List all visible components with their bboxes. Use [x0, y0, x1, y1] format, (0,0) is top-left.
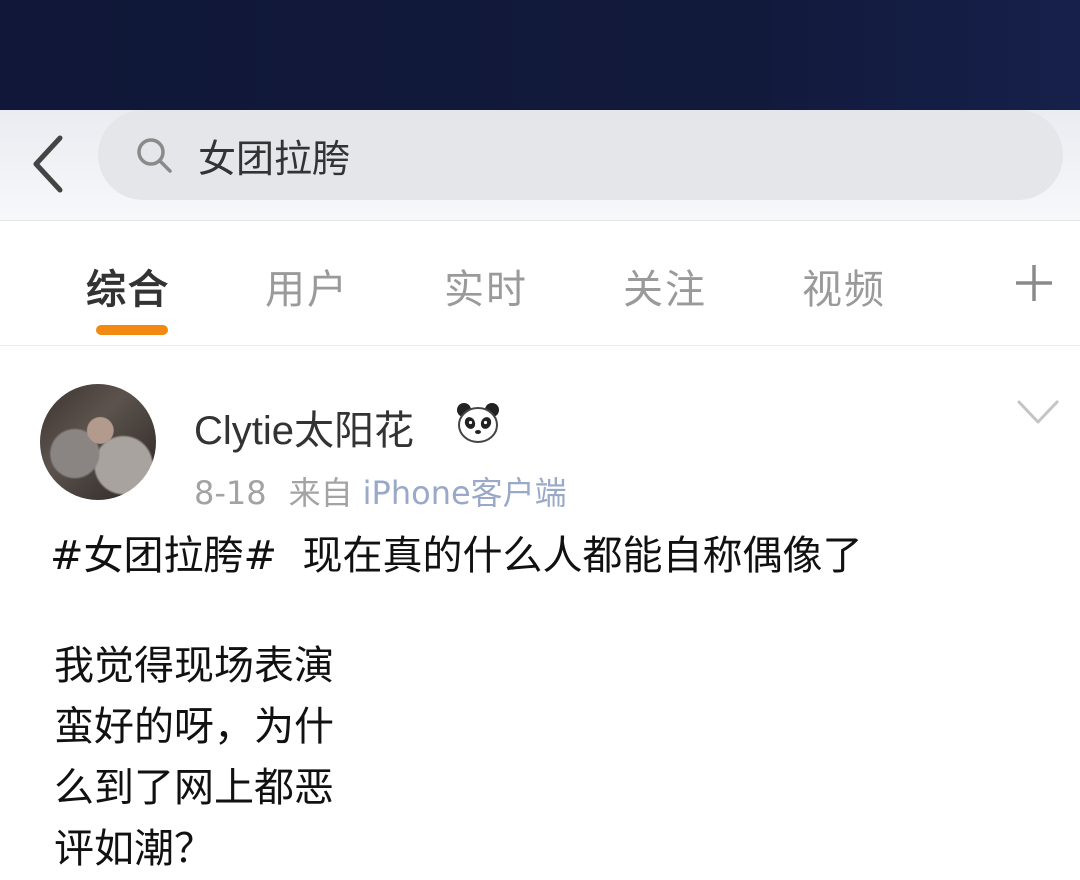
active-tab-indicator [96, 325, 168, 335]
post-hashtag[interactable]: #女团拉胯# [50, 533, 277, 579]
tab-following[interactable]: 关注 [623, 257, 707, 315]
post-headline: 现在真的什么人都能自称偶像了 [302, 533, 863, 579]
tab-realtime[interactable]: 实时 [444, 257, 528, 315]
post-body-line: 蛮好的呀，为什 [54, 704, 334, 750]
back-arrow-icon [33, 135, 63, 193]
search-header: 女团拉胯 [0, 110, 1080, 221]
tab-users[interactable]: 用户 [265, 257, 349, 315]
post-card: Clytie太阳花 8-18 来自 iPhone客户端 #女团拉胯# 现在真的什么人… [0, 346, 1080, 872]
search-query-text: 女团拉胯 [198, 136, 351, 181]
plus-icon[interactable] [1012, 261, 1056, 305]
post-body-line: 么到了网上都恶 [54, 765, 334, 811]
post-username[interactable]: Clytie太阳花 [194, 398, 414, 456]
post-headline-row: #女团拉胯# 现在真的什么人都能自称偶像了 [50, 532, 862, 580]
post-paragraph: 我觉得现场表演 蛮好的呀，为什 么到了网上都恶 评如潮？ [54, 636, 334, 880]
tab-video[interactable]: 视频 [802, 257, 886, 315]
tab-bar: 综合 用户 实时 关注 视频 [0, 221, 1080, 346]
post-body-line: 评如潮？ [54, 826, 214, 872]
status-bar-band [0, 0, 1080, 110]
tab-comprehensive[interactable]: 综合 [86, 257, 170, 315]
source-prefix: 来自 [288, 474, 353, 512]
chevron-down-icon[interactable] [1016, 398, 1060, 428]
search-icon [134, 135, 174, 175]
post-meta: 8-18 来自 iPhone客户端 [194, 468, 567, 514]
search-input[interactable]: 女团拉胯 [98, 110, 1063, 200]
panda-icon [457, 403, 499, 443]
back-button[interactable] [20, 128, 76, 200]
avatar[interactable] [40, 384, 156, 500]
post-body-line: 我觉得现场表演 [54, 643, 334, 689]
post-date: 8-18 [194, 474, 267, 512]
post-source[interactable]: iPhone客户端 [363, 474, 567, 512]
